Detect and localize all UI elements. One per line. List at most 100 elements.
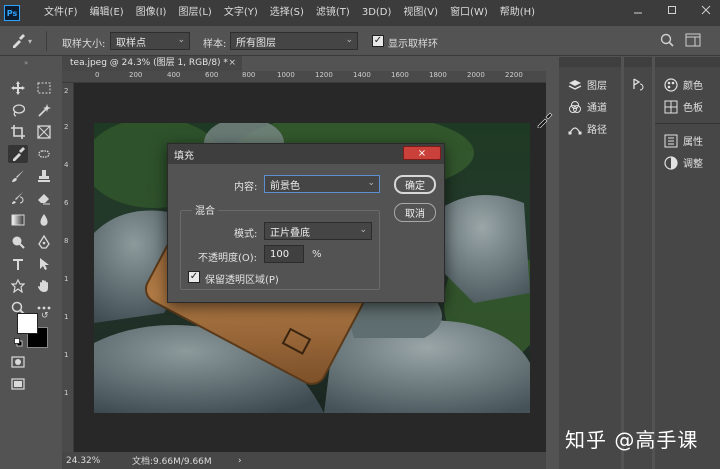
type-tool-icon[interactable] xyxy=(8,255,28,273)
ok-button[interactable]: 确定 xyxy=(394,175,436,194)
chevron-down-icon: ⌄ xyxy=(367,178,375,188)
menu-edit[interactable]: 编辑(E) xyxy=(84,0,130,26)
dodge-tool-icon[interactable] xyxy=(8,233,28,251)
photoshop-logo: Ps xyxy=(4,5,20,21)
search-icon[interactable] xyxy=(660,33,674,50)
adjustments-icon xyxy=(663,155,679,170)
ruler-tick-label: 1 xyxy=(64,351,69,359)
shape-tool-icon[interactable] xyxy=(8,277,28,295)
marquee-tool-icon[interactable] xyxy=(34,79,54,97)
opacity-input[interactable]: 100 xyxy=(264,245,304,263)
spot-healing-icon[interactable] xyxy=(34,145,54,163)
ruler-tick-label: 6 xyxy=(64,199,69,207)
sample-size-select[interactable]: 取样点 ⌄ xyxy=(110,32,190,50)
sample-select[interactable]: 所有图层 ⌄ xyxy=(230,32,358,50)
eyedropper-tool-icon[interactable] xyxy=(8,145,28,163)
properties-icon xyxy=(663,134,679,148)
history-icon[interactable] xyxy=(631,77,645,94)
quick-mask-icon[interactable] xyxy=(8,353,28,371)
eraser-tool-icon[interactable] xyxy=(34,189,54,207)
pen-tool-icon[interactable] xyxy=(34,233,54,251)
document-tab[interactable]: tea.jpeg @ 24.3% (图层 1, RGB/8) * × xyxy=(62,56,242,71)
collapse-icon[interactable]: » xyxy=(24,59,28,67)
cancel-button[interactable]: 取消 xyxy=(394,203,436,222)
workspace-icon[interactable] xyxy=(685,33,701,50)
mode-select[interactable]: 正片叠底 ⌄ xyxy=(264,222,372,240)
panel-properties[interactable]: 属性 xyxy=(663,133,703,148)
tools-panel: » ↺ xyxy=(0,57,61,469)
blur-tool-icon[interactable] xyxy=(34,211,54,229)
close-window-icon[interactable] xyxy=(694,0,718,20)
ruler-tick-label: 1000 xyxy=(277,71,295,79)
ruler-tick-label: 1400 xyxy=(353,71,371,79)
ruler-tick-label: 1200 xyxy=(315,71,333,79)
options-divider xyxy=(46,31,47,51)
panel-color[interactable]: 颜色 xyxy=(663,77,703,92)
lasso-tool-icon[interactable] xyxy=(8,101,28,119)
menu-3d[interactable]: 3D(D) xyxy=(356,0,398,26)
chevron-down-icon: ⌄ xyxy=(345,35,353,45)
foreground-color-swatch[interactable] xyxy=(17,313,38,334)
panel-layers[interactable]: 图层 xyxy=(567,77,607,92)
color-icon xyxy=(663,77,679,92)
eyedropper-tool-preset[interactable]: ▾ xyxy=(10,31,38,51)
magic-wand-icon[interactable] xyxy=(34,101,54,119)
maximize-icon[interactable] xyxy=(660,0,684,20)
menu-help[interactable]: 帮助(H) xyxy=(494,0,541,26)
menu-file[interactable]: 文件(F) xyxy=(38,0,84,26)
eyedropper-icon xyxy=(13,34,25,48)
menu-filter[interactable]: 滤镜(T) xyxy=(310,0,356,26)
hand-tool-icon[interactable] xyxy=(34,277,54,295)
screen-mode-icon[interactable] xyxy=(8,375,28,393)
content-label: 内容: xyxy=(234,182,258,193)
path-selection-icon[interactable] xyxy=(34,255,54,273)
menu-type[interactable]: 文字(Y) xyxy=(218,0,264,26)
ruler-tick-label: 1 xyxy=(64,313,69,321)
horizontal-ruler: 0 200 400 600 800 1000 1200 1400 1600 18… xyxy=(62,71,546,83)
menu-window[interactable]: 窗口(W) xyxy=(444,0,494,26)
swatches-icon xyxy=(663,100,679,114)
panel-header xyxy=(624,57,652,67)
menu-select[interactable]: 选择(S) xyxy=(264,0,310,26)
ruler-tick-label: 4 xyxy=(64,161,69,169)
swap-colors-icon[interactable]: ↺ xyxy=(41,311,49,321)
crop-tool-icon[interactable] xyxy=(8,123,28,141)
dialog-title-bar[interactable]: 填充 × xyxy=(168,144,444,164)
sample-size-label: 取样大小: xyxy=(62,39,106,50)
content-select[interactable]: 前景色 ⌄ xyxy=(264,175,380,193)
status-menu-icon[interactable]: › xyxy=(238,456,242,466)
options-bar: ▾ 取样大小: 取样点 ⌄ 样本: 所有图层 ⌄ ✓ 显示取样环 xyxy=(0,26,720,56)
close-tab-icon[interactable]: × xyxy=(228,56,236,71)
sample-value: 所有图层 xyxy=(236,37,276,49)
zoom-level[interactable]: 24.32% xyxy=(66,456,100,466)
brush-tool-icon[interactable] xyxy=(8,167,28,185)
opacity-label: 不透明度(O): xyxy=(198,253,258,264)
panel-adjustments[interactable]: 调整 xyxy=(663,155,703,170)
menu-layer[interactable]: 图层(L) xyxy=(172,0,217,26)
frame-tool-icon[interactable] xyxy=(34,123,54,141)
history-brush-icon[interactable] xyxy=(8,189,28,207)
ruler-tick-label: 1600 xyxy=(391,71,409,79)
preserve-transparency-checkbox[interactable]: ✓ xyxy=(188,271,200,283)
panel-paths[interactable]: 路径 xyxy=(567,121,607,136)
panel-group-history xyxy=(624,57,652,469)
default-colors-icon[interactable] xyxy=(14,338,23,350)
menu-image[interactable]: 图像(I) xyxy=(130,0,173,26)
stamp-tool-icon[interactable] xyxy=(34,167,54,185)
panel-swatches[interactable]: 色板 xyxy=(663,99,703,114)
ruler-tick-label: 2000 xyxy=(467,71,485,79)
gradient-tool-icon[interactable] xyxy=(8,211,28,229)
ruler-tick-label: 1 xyxy=(64,275,69,283)
move-tool-icon[interactable] xyxy=(8,79,28,97)
menu-view[interactable]: 视图(V) xyxy=(397,0,444,26)
panel-group-layers: 图层 通道 路径 xyxy=(559,57,621,469)
opacity-value: 100 xyxy=(270,248,290,260)
dialog-close-button[interactable]: × xyxy=(403,146,441,160)
sample-size-value: 取样点 xyxy=(116,37,146,49)
panel-label: 色板 xyxy=(683,103,703,114)
ruler-tick-label: 800 xyxy=(242,71,256,79)
show-ring-checkbox[interactable]: ✓ xyxy=(372,35,384,47)
ruler-tick-label: 600 xyxy=(205,71,219,79)
panel-channels[interactable]: 通道 xyxy=(567,99,607,114)
minimize-icon[interactable] xyxy=(626,0,650,20)
